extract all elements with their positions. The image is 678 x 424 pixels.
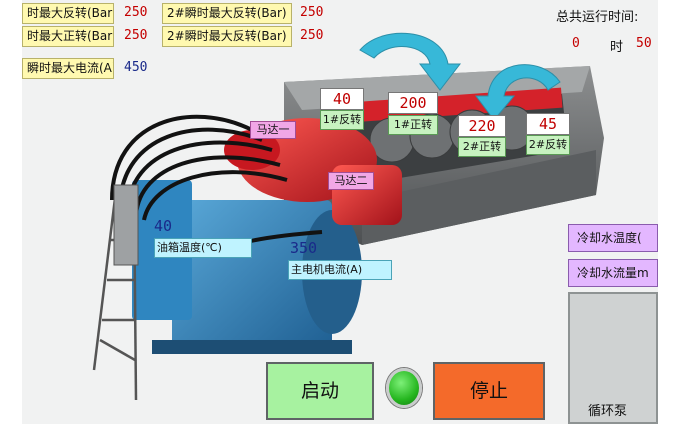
max-current-value: 450 <box>124 60 148 75</box>
m1-forward-value: 200 <box>388 92 438 114</box>
m2-reverse-value: 45 <box>526 113 570 135</box>
shredder-machine-illustration <box>92 32 626 401</box>
motor1-forward-value: 250 <box>124 28 148 43</box>
cooling-water-flow-label: 冷却水流量m <box>568 259 658 287</box>
motor1-forward-label: 时最大正转(Bar) <box>22 26 114 47</box>
motor1-reverse-value: 250 <box>124 5 148 20</box>
motor2-forward-label: 2#瞬时最大反转(Bar) <box>162 26 292 47</box>
motor1-label: 马达一 <box>250 121 296 139</box>
right-margin <box>658 0 678 424</box>
oil-temp-value: 40 <box>154 217 173 235</box>
m1-reverse-value: 40 <box>320 88 364 110</box>
run-indicator-lamp-icon <box>386 368 422 408</box>
cooling-water-temp-label: 冷却水温度( <box>568 224 658 252</box>
main-current-value: 350 <box>290 239 318 257</box>
motor2-reverse-value: 250 <box>300 5 324 20</box>
pump-label: 循环泵 <box>588 404 628 419</box>
main-current-label: 主电机电流(A) <box>288 260 392 280</box>
runtime-title: 总共运行时间: <box>556 10 639 25</box>
m2-forward-label: 2#正转 <box>458 137 506 157</box>
runtime-minutes: 50 <box>636 36 652 51</box>
circulation-pump-button[interactable] <box>596 356 628 388</box>
hmi-screen: 时最大反转(Bar) 250 2#瞬时最大反转(Bar) 250 时最大正转(B… <box>22 0 658 424</box>
motor2-label: 马达二 <box>328 172 374 190</box>
motor1-reverse-label: 时最大反转(Bar) <box>22 3 114 24</box>
m2-forward-value: 220 <box>458 115 506 137</box>
motor2-reverse-label: 2#瞬时最大反转(Bar) <box>162 3 292 24</box>
max-current-label: 瞬时最大电流(A) <box>22 58 114 79</box>
m1-reverse-label: 1#反转 <box>320 110 364 130</box>
runtime-hours: 0 <box>572 36 580 51</box>
stop-button[interactable]: 停止 <box>433 362 545 420</box>
left-margin <box>0 0 22 424</box>
runtime-hour-unit: 时 <box>610 40 624 55</box>
motor2-forward-value: 250 <box>300 28 324 43</box>
start-button[interactable]: 启动 <box>266 362 374 420</box>
m1-forward-label: 1#正转 <box>388 115 438 135</box>
oil-temp-label: 油箱温度(℃) <box>154 238 252 258</box>
m2-reverse-label: 2#反转 <box>526 135 570 155</box>
